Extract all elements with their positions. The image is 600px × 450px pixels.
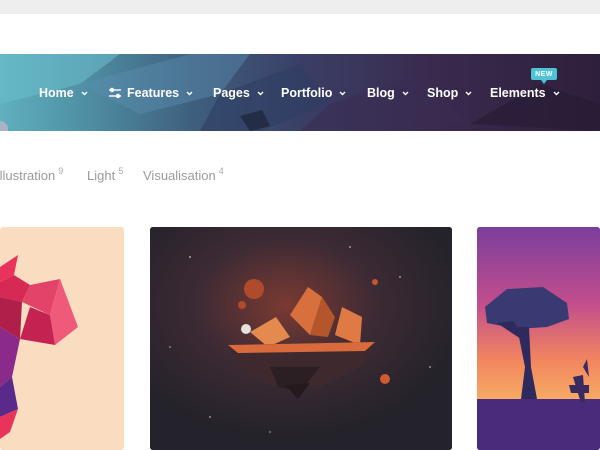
filter-label: Illustration [0, 168, 56, 183]
tree-and-deer-image [477, 227, 600, 450]
nav-item-label: Blog [367, 86, 395, 100]
low-poly-figure-image [0, 255, 78, 439]
nav-item-blog[interactable]: Blog [367, 84, 409, 102]
nav-item-portfolio[interactable]: Portfolio [281, 84, 346, 102]
filter-light[interactable]: Light 5 [87, 166, 123, 183]
browser-top-strip [0, 0, 600, 14]
filter-label: Visualisation [143, 168, 216, 183]
nav-item-shop[interactable]: Shop [427, 84, 472, 102]
nav-item-label: Shop [427, 86, 459, 100]
portfolio-card-island[interactable] [150, 227, 452, 450]
chevron-down-icon [339, 91, 346, 95]
chevron-down-icon [553, 91, 560, 95]
nav-item-elements[interactable]: Elements [490, 84, 560, 102]
header-bar [0, 14, 600, 54]
nav-item-features[interactable]: Features [108, 84, 193, 102]
hero-banner: Home Features Pages Portfolio Blog Shop … [0, 54, 600, 131]
chevron-down-icon [257, 91, 264, 95]
chevron-down-icon [465, 91, 472, 95]
chevron-down-icon [81, 91, 88, 95]
filter-count: 9 [58, 166, 64, 176]
portfolio-card-tree[interactable] [477, 227, 600, 450]
nav-item-pages[interactable]: Pages [213, 84, 264, 102]
main-nav: Home Features Pages Portfolio Blog Shop … [0, 54, 600, 131]
filter-label: Light [87, 168, 116, 183]
sliders-icon [109, 87, 121, 99]
portfolio-filters: Illustration 9 Light 5 Visualisation 4 [0, 166, 600, 186]
filter-visualisation[interactable]: Visualisation 4 [143, 166, 224, 183]
nav-item-label: Elements [490, 86, 546, 100]
nav-item-label: Home [39, 86, 74, 100]
nav-item-home[interactable]: Home [39, 84, 88, 102]
portfolio-card-figure[interactable] [0, 227, 124, 450]
new-badge: NEW [531, 68, 557, 84]
chevron-down-icon [402, 91, 409, 95]
nav-item-label: Pages [213, 86, 250, 100]
chevron-down-icon [186, 91, 193, 95]
filter-illustration[interactable]: Illustration 9 [0, 166, 63, 183]
filter-count: 4 [218, 166, 224, 176]
floating-island-image [150, 227, 452, 450]
nav-item-label: Features [127, 86, 180, 100]
filter-count: 5 [118, 166, 124, 176]
nav-item-label: Portfolio [281, 86, 333, 100]
